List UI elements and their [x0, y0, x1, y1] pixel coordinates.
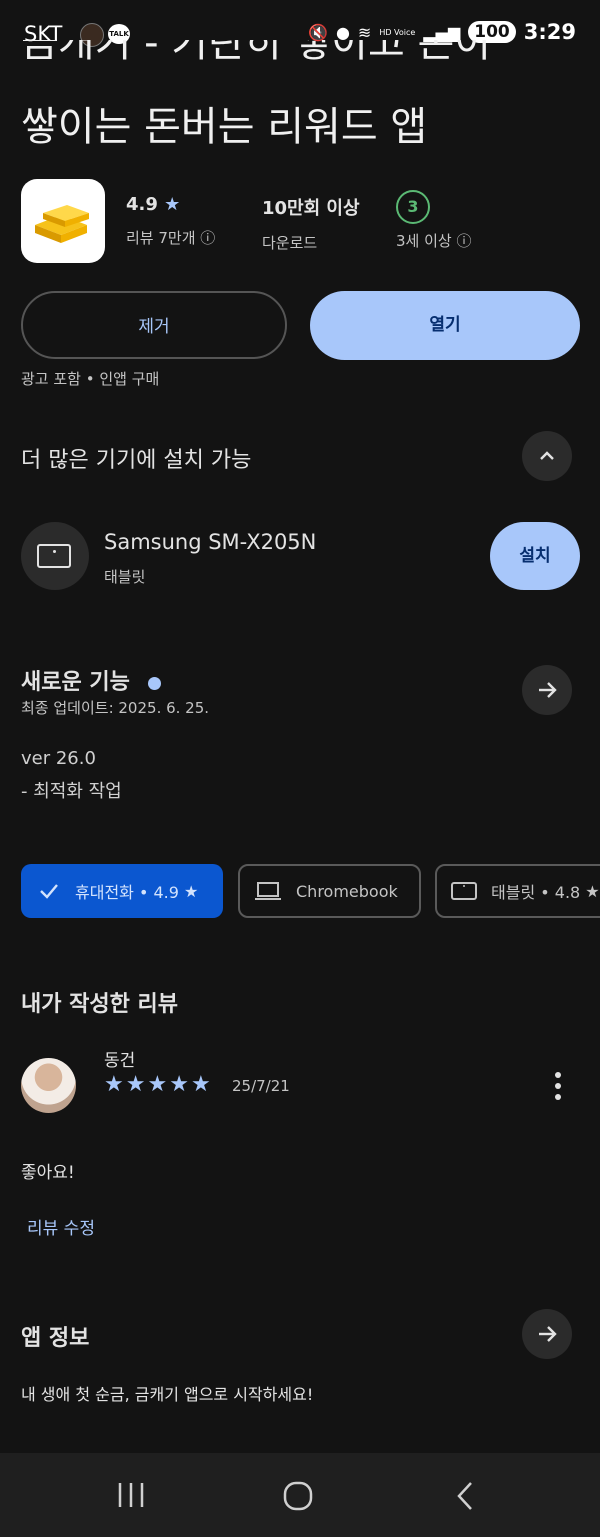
edit-review-link[interactable]: 리뷰 수정 — [27, 1214, 95, 1239]
downloads-stat: 10만회 이상 다운로드 — [262, 194, 360, 253]
star-icon: ★ — [164, 194, 181, 215]
about-arrow-button[interactable] — [522, 1309, 572, 1359]
star-icon: ★ — [147, 1072, 170, 1097]
about-description: 내 생애 첫 순금, 금캐기 앱으로 시작하세요! — [21, 1385, 314, 1404]
chip-chromebook-label: Chromebook — [296, 881, 398, 901]
whats-new-title: 새로운 기능 — [21, 670, 130, 695]
system-nav-bar — [0, 1453, 600, 1537]
whats-new-heading: 새로운 기능 — [21, 664, 161, 696]
chip-chromebook[interactable]: Chromebook — [238, 864, 421, 918]
version-text: ver 26.0 — [21, 748, 96, 769]
more-options-icon[interactable] — [548, 1070, 568, 1104]
device-type: 태블릿 — [104, 568, 146, 586]
review-stars: ★★★★★ — [104, 1072, 213, 1097]
arrow-right-icon — [539, 1326, 557, 1342]
age-rating-label: 3세 이상 — [396, 232, 452, 250]
about-heading: 앱 정보 — [21, 1326, 90, 1351]
avatar — [21, 1058, 76, 1113]
review-author: 동건 — [104, 1051, 136, 1071]
hd-voice-icon: HD Voice — [379, 27, 416, 37]
review-date: 25/7/21 — [232, 1077, 290, 1095]
downloads-value: 10만회 이상 — [262, 198, 360, 219]
signal-icon: ▂▄▆ — [423, 22, 461, 42]
back-icon[interactable] — [454, 1481, 476, 1511]
tablet-icon — [451, 882, 477, 900]
chip-phone[interactable]: 휴대전화 • 4.9 ★ — [21, 864, 223, 918]
chip-tablet-label: 태블릿 • 4.8 — [491, 883, 581, 902]
star-icon: ★ — [585, 881, 600, 901]
home-icon[interactable] — [282, 1481, 314, 1511]
star-icon: ★ — [183, 881, 199, 901]
arrow-right-icon — [539, 682, 557, 698]
mute-icon: 🔇 — [308, 22, 328, 42]
location-icon: ● — [335, 22, 350, 42]
last-updated: 최종 업데이트: 2025. 6. 25. — [21, 699, 210, 717]
recent-apps-icon[interactable] — [116, 1481, 146, 1509]
app-title-line1: 금캐기 - 기란히 쌓이고 돈이 — [21, 40, 492, 66]
device-name: Samsung SM-X205N — [104, 530, 317, 554]
more-devices-heading: 더 많은 기기에 설치 가능 — [21, 448, 252, 473]
change-text: - 최적화 작업 — [21, 781, 122, 802]
age-rating-stat[interactable]: 3 3세 이상 ⓘ — [396, 190, 472, 251]
tablet-icon — [21, 522, 89, 590]
info-icon: ⓘ — [456, 232, 472, 250]
open-button[interactable]: 열기 — [310, 291, 580, 360]
chevron-up-icon — [540, 451, 554, 460]
new-dot-indicator — [147, 676, 161, 690]
chip-tablet[interactable]: 태블릿 • 4.8 ★ — [435, 864, 600, 918]
check-icon — [40, 884, 58, 899]
whats-new-arrow-button[interactable] — [522, 665, 572, 715]
laptop-icon — [255, 882, 281, 900]
review-text: 좋아요! — [21, 1163, 75, 1183]
rating-value: 4.9 — [126, 194, 158, 215]
star-icon: ★ — [125, 1072, 148, 1097]
age-rating-badge: 3 — [396, 190, 430, 224]
star-icon: ★ — [190, 1072, 213, 1097]
uninstall-button[interactable]: 제거 — [21, 291, 287, 359]
rating-label: 리뷰 7만개 — [126, 229, 196, 247]
wifi-icon: ≋ — [357, 22, 372, 42]
ads-iap-note: 광고 포함 • 인앱 구매 — [21, 370, 160, 388]
star-icon: ★ — [169, 1072, 191, 1097]
install-button[interactable]: 설치 — [490, 522, 580, 590]
info-icon: ⓘ — [200, 229, 216, 247]
my-review-heading: 내가 작성한 리뷰 — [21, 992, 178, 1017]
star-icon: ★ — [104, 1072, 126, 1097]
app-icon — [21, 179, 105, 263]
app-title-line2: 쌓이는 돈버는 리워드 앱 — [21, 104, 428, 150]
rating-stat[interactable]: 4.9 ★ 리뷰 7만개 ⓘ — [126, 194, 215, 248]
downloads-label: 다운로드 — [262, 234, 318, 252]
collapse-button[interactable] — [522, 431, 572, 481]
chip-phone-label: 휴대전화 • 4.9 — [75, 883, 179, 902]
